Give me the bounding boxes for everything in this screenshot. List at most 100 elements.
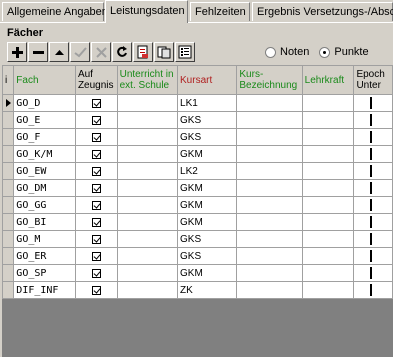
cell-kurs-bezeichnung[interactable] xyxy=(236,213,303,231)
table-row[interactable]: GO_F GKS xyxy=(2,128,393,146)
cell-kursart[interactable]: GKS xyxy=(177,230,238,248)
cell-auf-zeugnis[interactable] xyxy=(74,213,118,231)
cell-epoch[interactable] xyxy=(353,281,393,299)
cell-kurs-bezeichnung[interactable] xyxy=(236,264,303,282)
cell-auf-zeugnis[interactable] xyxy=(74,162,118,180)
cell-kurs-bezeichnung[interactable] xyxy=(236,230,303,248)
cell-kurs-bezeichnung[interactable] xyxy=(236,179,303,197)
tab-ergebnis-versetzung[interactable]: Ergebnis Versetzungs-/Absch xyxy=(252,2,393,21)
cell-unterricht[interactable] xyxy=(116,128,179,146)
epoch-checkbox[interactable] xyxy=(370,267,375,279)
epoch-checkbox[interactable] xyxy=(370,165,375,177)
report-button[interactable] xyxy=(133,42,153,62)
cell-unterricht[interactable] xyxy=(116,111,179,129)
cell-kursart[interactable]: GKM xyxy=(177,179,238,197)
table-row[interactable]: GO_SP GKM xyxy=(2,264,393,282)
cell-auf-zeugnis[interactable] xyxy=(74,179,118,197)
cell-fach[interactable]: GO_E xyxy=(13,111,76,129)
cell-kursart[interactable]: GKS xyxy=(177,111,238,129)
epoch-checkbox[interactable] xyxy=(370,97,375,109)
cell-epoch[interactable] xyxy=(353,128,393,146)
cell-unterricht[interactable] xyxy=(116,94,179,112)
cell-epoch[interactable] xyxy=(353,94,393,112)
cell-epoch[interactable] xyxy=(353,264,393,282)
cell-fach[interactable]: GO_BI xyxy=(13,213,76,231)
remove-button[interactable] xyxy=(28,42,48,62)
cell-fach[interactable]: GO_EW xyxy=(13,162,76,180)
epoch-checkbox[interactable] xyxy=(370,182,375,194)
cell-kursart[interactable]: GKM xyxy=(177,213,238,231)
cell-unterricht[interactable] xyxy=(116,145,179,163)
zeugnis-checkbox[interactable] xyxy=(91,200,101,210)
tab-allgemeine-angaben[interactable]: Allgemeine Angaben xyxy=(2,2,108,21)
tab-leistungsdaten[interactable]: Leistungsdaten xyxy=(105,0,188,23)
epoch-checkbox[interactable] xyxy=(370,131,375,143)
cell-fach[interactable]: GO_ER xyxy=(13,247,76,265)
cell-unterricht[interactable] xyxy=(116,281,179,299)
cell-fach[interactable]: GO_GG xyxy=(13,196,76,214)
cell-kursart[interactable]: GKM xyxy=(177,145,238,163)
zeugnis-checkbox[interactable] xyxy=(91,115,101,125)
epoch-checkbox[interactable] xyxy=(370,148,375,160)
copy-button[interactable] xyxy=(154,42,174,62)
radio-punkte[interactable]: Punkte xyxy=(319,46,369,58)
cell-fach[interactable]: GO_DM xyxy=(13,179,76,197)
cell-kursart[interactable]: ZK xyxy=(177,281,238,299)
refresh-button[interactable] xyxy=(112,42,132,62)
table-row[interactable]: GO_M GKS xyxy=(2,230,393,248)
cell-lehrkraft[interactable] xyxy=(301,213,355,231)
zeugnis-checkbox[interactable] xyxy=(91,98,101,108)
header-auf-zeugnis[interactable]: Auf Zeugnis xyxy=(74,65,118,95)
cell-kursart[interactable]: LK2 xyxy=(177,162,238,180)
cell-lehrkraft[interactable] xyxy=(301,111,355,129)
cell-auf-zeugnis[interactable] xyxy=(74,196,118,214)
table-row[interactable]: DIF_INF ZK xyxy=(2,281,393,299)
cell-unterricht[interactable] xyxy=(116,162,179,180)
cell-unterricht[interactable] xyxy=(116,179,179,197)
cell-kursart[interactable]: GKS xyxy=(177,247,238,265)
tab-fehlzeiten[interactable]: Fehlzeiten xyxy=(190,2,250,21)
radio-punkte-circle[interactable] xyxy=(319,46,331,58)
cell-unterricht[interactable] xyxy=(116,247,179,265)
cell-kurs-bezeichnung[interactable] xyxy=(236,94,303,112)
move-up-button[interactable] xyxy=(49,42,69,62)
cell-kurs-bezeichnung[interactable] xyxy=(236,196,303,214)
cell-lehrkraft[interactable] xyxy=(301,196,355,214)
cell-auf-zeugnis[interactable] xyxy=(74,281,118,299)
cell-kurs-bezeichnung[interactable] xyxy=(236,145,303,163)
cell-epoch[interactable] xyxy=(353,247,393,265)
radio-noten[interactable]: Noten xyxy=(265,46,309,58)
cell-kurs-bezeichnung[interactable] xyxy=(236,281,303,299)
zeugnis-checkbox[interactable] xyxy=(91,166,101,176)
cell-epoch[interactable] xyxy=(353,111,393,129)
cell-epoch[interactable] xyxy=(353,213,393,231)
epoch-checkbox[interactable] xyxy=(370,250,375,262)
cell-kurs-bezeichnung[interactable] xyxy=(236,128,303,146)
cell-auf-zeugnis[interactable] xyxy=(74,264,118,282)
zeugnis-checkbox[interactable] xyxy=(91,251,101,261)
cell-kursart[interactable]: GKM xyxy=(177,196,238,214)
cell-lehrkraft[interactable] xyxy=(301,247,355,265)
header-epoch[interactable]: Epoch Unter xyxy=(353,65,393,95)
cell-lehrkraft[interactable] xyxy=(301,230,355,248)
cell-kurs-bezeichnung[interactable] xyxy=(236,162,303,180)
cell-auf-zeugnis[interactable] xyxy=(74,94,118,112)
zeugnis-checkbox[interactable] xyxy=(91,183,101,193)
cell-kurs-bezeichnung[interactable] xyxy=(236,247,303,265)
cell-fach[interactable]: DIF_INF xyxy=(13,281,76,299)
epoch-checkbox[interactable] xyxy=(370,199,375,211)
header-kursart[interactable]: Kursart xyxy=(177,65,238,95)
confirm-button[interactable] xyxy=(70,42,90,62)
table-row[interactable]: GO_DM GKM xyxy=(2,179,393,197)
cell-unterricht[interactable] xyxy=(116,264,179,282)
cell-fach[interactable]: GO_F xyxy=(13,128,76,146)
cell-lehrkraft[interactable] xyxy=(301,162,355,180)
cell-unterricht[interactable] xyxy=(116,196,179,214)
cancel-button[interactable] xyxy=(91,42,111,62)
zeugnis-checkbox[interactable] xyxy=(91,132,101,142)
cell-auf-zeugnis[interactable] xyxy=(74,145,118,163)
cell-kursart[interactable]: LK1 xyxy=(177,94,238,112)
cell-kursart[interactable]: GKM xyxy=(177,264,238,282)
zeugnis-checkbox[interactable] xyxy=(91,268,101,278)
header-lehrkraft[interactable]: Lehrkraft xyxy=(301,65,355,95)
